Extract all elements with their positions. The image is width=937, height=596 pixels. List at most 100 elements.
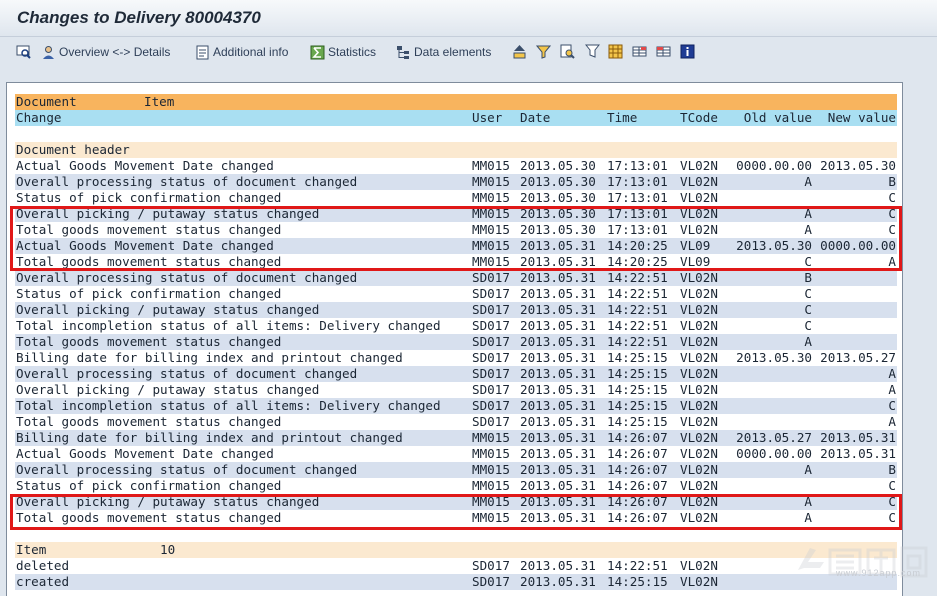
cell-user: MM015 (472, 174, 510, 189)
cell-user: SD017 (472, 334, 510, 349)
cell-change: Overall processing status of document ch… (16, 462, 358, 477)
cell-date: 2013.05.31 (520, 382, 596, 397)
statistics-button[interactable]: Statistics (310, 43, 376, 61)
filter-icon[interactable] (536, 44, 551, 59)
cell-user: MM015 (472, 478, 510, 493)
cell-change: Total goods movement status changed (16, 414, 282, 429)
column-time: Time (607, 110, 638, 125)
cell-time: 14:22:51 (607, 302, 668, 317)
cell-date: 2013.05.31 (520, 446, 596, 461)
cell-tcode: VL02N (680, 174, 718, 189)
additional-info-button[interactable]: Additional info (195, 43, 288, 61)
cell-time: 14:25:15 (607, 366, 668, 381)
sort-ascending-icon[interactable] (512, 44, 527, 59)
cell-tcode: VL02N (680, 446, 718, 461)
cell-date: 2013.05.31 (520, 270, 596, 285)
layout-icon[interactable] (632, 44, 647, 59)
cell-time: 14:25:15 (607, 574, 668, 589)
cell-date: 2013.05.31 (520, 318, 596, 333)
cell-time: 14:26:07 (607, 478, 668, 493)
table-row[interactable]: Overall picking / putaway status changed… (15, 382, 897, 398)
window-title: Changes to Delivery 80004370 (17, 8, 261, 27)
cell-old: A (804, 174, 812, 189)
cell-user: SD017 (472, 302, 510, 317)
find-icon[interactable] (560, 44, 575, 59)
cell-new: A (888, 366, 896, 381)
table-row[interactable]: Billing date for billing index and print… (15, 350, 897, 366)
cell-new: C (888, 190, 896, 205)
cell-date: 2013.05.31 (520, 574, 596, 589)
column-date: Date (520, 110, 551, 125)
cell-new: B (888, 174, 896, 189)
cell-user: MM015 (472, 430, 510, 445)
cell-tcode: VL02N (680, 382, 718, 397)
table-row[interactable]: Total incompletion status of all items: … (15, 398, 897, 414)
cell-date: 2013.05.30 (520, 174, 596, 189)
cell-tcode: VL02N (680, 462, 718, 477)
table-row[interactable]: Status of pick confirmation changed MM015… (15, 190, 897, 206)
cell-tcode: VL02N (680, 158, 718, 173)
cell-user: MM015 (472, 462, 510, 477)
cell-change: Actual Goods Movement Date changed (16, 158, 274, 173)
display-icon[interactable] (16, 44, 31, 59)
cell-tcode: VL02N (680, 558, 718, 573)
cell-date: 2013.05.31 (520, 334, 596, 349)
cell-new: 2013.05.31 (820, 446, 896, 461)
cell-new: 2013.05.27 (820, 350, 896, 365)
cell-user: SD017 (472, 382, 510, 397)
table-row[interactable]: Status of pick confirmation changed MM015… (15, 478, 897, 494)
cell-time: 14:22:51 (607, 270, 668, 285)
cell-tcode: VL02N (680, 366, 718, 381)
column-item: Item (144, 94, 175, 109)
cell-new: B (888, 462, 896, 477)
cell-tcode: VL02N (680, 286, 718, 301)
table-row[interactable]: Overall processing status of document ch… (15, 270, 897, 286)
table-row[interactable]: Overall processing status of document ch… (15, 366, 897, 382)
cell-time: 14:22:51 (607, 334, 668, 349)
cell-time: 14:26:07 (607, 430, 668, 445)
watermark-text: www.912app.com (836, 568, 922, 578)
cell-old: A (804, 462, 812, 477)
column-change: Change (16, 110, 62, 125)
table-row[interactable]: created SD017 2013.05.31 14:25:15 VL02N (15, 574, 897, 590)
cell-tcode: VL02N (680, 478, 718, 493)
spreadsheet-icon[interactable] (608, 44, 623, 59)
info-icon[interactable] (680, 44, 695, 59)
cell-time: 14:22:51 (607, 558, 668, 573)
table-row[interactable]: Actual Goods Movement Date changed MM015 2… (15, 446, 897, 462)
cell-change: Total goods movement status changed (16, 334, 282, 349)
table-row[interactable]: deleted SD017 2013.05.31 14:22:51 VL02N (15, 558, 897, 574)
cell-change: Total incompletion status of all items: … (16, 318, 441, 333)
application-toolbar: Overview <-> Details Additional info Sta… (0, 37, 937, 67)
cell-time: 14:22:51 (607, 318, 668, 333)
data-elements-button[interactable]: Data elements (396, 43, 491, 61)
cell-date: 2013.05.31 (520, 366, 596, 381)
table-row[interactable]: Actual Goods Movement Date changed MM015 2… (15, 158, 897, 174)
column-tcode: TCode (680, 110, 718, 125)
table-row[interactable]: Overall picking / putaway status changed… (15, 302, 897, 318)
cell-change: Status of pick confirmation changed (16, 190, 282, 205)
cell-user: SD017 (472, 270, 510, 285)
cell-date: 2013.05.31 (520, 430, 596, 445)
change-layout-icon[interactable] (656, 44, 671, 59)
cell-old: C (804, 286, 812, 301)
cell-tcode: VL02N (680, 270, 718, 285)
table-row[interactable]: Total incompletion status of all items: … (15, 318, 897, 334)
table-row[interactable]: Status of pick confirmation changed SD017… (15, 286, 897, 302)
cell-change: Overall processing status of document ch… (16, 270, 358, 285)
cell-date: 2013.05.31 (520, 302, 596, 317)
overview-details-button[interactable]: Overview <-> Details (41, 43, 170, 61)
cell-change: created (16, 574, 70, 589)
table-row[interactable]: Overall processing status of document ch… (15, 174, 897, 190)
cell-old: B (804, 270, 812, 285)
table-row[interactable]: Billing date for billing index and print… (15, 430, 897, 446)
cell-user: SD017 (472, 366, 510, 381)
print-icon[interactable] (585, 44, 600, 59)
table-row[interactable]: Overall processing status of document ch… (15, 462, 897, 478)
cell-user: SD017 (472, 350, 510, 365)
cell-date: 2013.05.31 (520, 462, 596, 477)
cell-date: 2013.05.31 (520, 558, 596, 573)
table-row[interactable]: Total goods movement status changed SD017… (15, 414, 897, 430)
table-row[interactable]: Total goods movement status changed SD017… (15, 334, 897, 350)
cell-user: SD017 (472, 414, 510, 429)
